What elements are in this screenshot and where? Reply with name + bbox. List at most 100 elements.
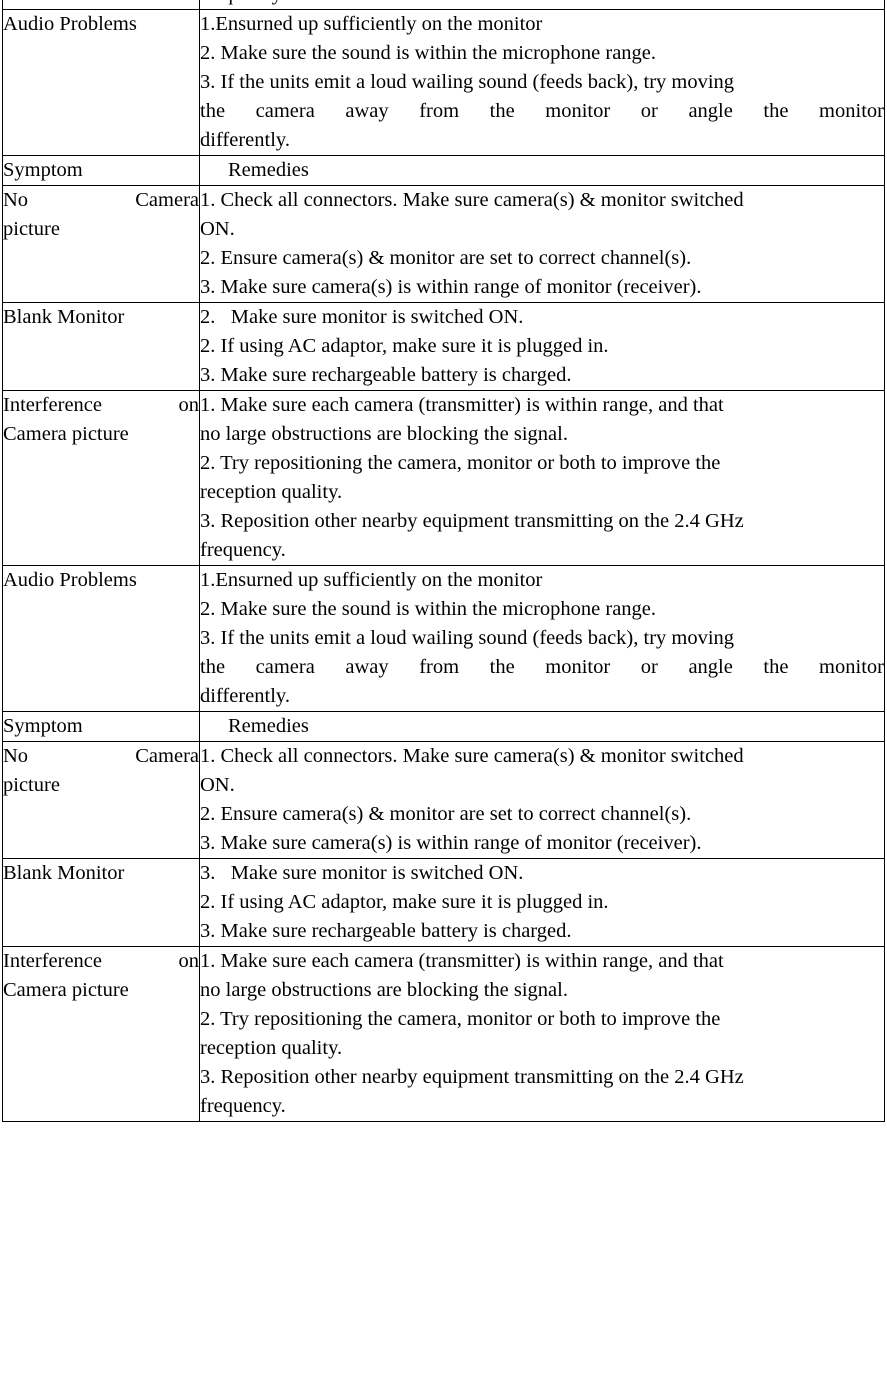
remedy-line: differently. — [200, 685, 290, 707]
column-header-remedies: Remedies — [199, 155, 885, 186]
table-row: Blank Monitor 2. Make sure monitor is sw… — [2, 302, 885, 391]
table-row: Interference on Camera picture 1. Make s… — [2, 946, 885, 1122]
remedy-word: the — [489, 656, 515, 678]
remedy-line: ON. — [200, 218, 235, 240]
remedy-line: 3. Make sure camera(s) is within range o… — [200, 832, 702, 854]
remedy-line: 2. Make sure the sound is within the mic… — [200, 42, 657, 64]
remedy-word: the — [489, 100, 515, 122]
table-row: No Camera picture 1. Check all connector… — [2, 185, 885, 303]
remedy-line: no large obstructions are blocking the s… — [200, 423, 568, 445]
remedy-line: 3. If the units emit a loud wailing soun… — [200, 627, 735, 649]
symptom-label-line2: picture — [3, 218, 60, 240]
symptom-word: No — [3, 745, 29, 767]
remedy-line: 3. Reposition other nearby equipment tra… — [200, 510, 744, 532]
remedy-line: 1.Ensurned up sufficiently on the monito… — [200, 569, 543, 591]
remedy-line: 2. Try repositioning the camera, monitor… — [200, 1008, 721, 1030]
remedy-line: 3. Make sure monitor is switched ON. — [200, 862, 524, 884]
cell-symptom: Audio Problems — [2, 9, 200, 156]
cell-remedies: 1.Ensurned up sufficiently on the monito… — [199, 9, 885, 156]
symptom-word: Interference — [3, 394, 102, 416]
remedy-word: monitor — [545, 656, 611, 678]
symptom-word: Interference — [3, 950, 102, 972]
symptom-label-line1: Interference on — [3, 391, 199, 420]
remedy-line-justified: the camera away from the monitor or angl… — [200, 653, 884, 682]
remedy-line: 3. Make sure rechargeable battery is cha… — [200, 364, 572, 386]
remedy-line: 1. Check all connectors. Make sure camer… — [200, 745, 744, 767]
cell-symptom: Blank Monitor — [2, 858, 200, 947]
symptom-label-line2: Camera picture — [3, 979, 129, 1001]
symptom-label-line1: No Camera — [3, 186, 199, 215]
remedy-line: 1. Make sure each camera (transmitter) i… — [200, 950, 724, 972]
symptom-label-line2: Camera picture — [3, 423, 129, 445]
remedy-word: the — [200, 656, 226, 678]
remedy-word: or — [640, 656, 658, 678]
remedy-line: 3. If the units emit a loud wailing soun… — [200, 71, 735, 93]
table-row: Audio Problems 1.Ensurned up sufficientl… — [2, 565, 885, 712]
symptom-label: Audio Problems — [3, 569, 137, 591]
column-header-symptom: Symptom — [2, 155, 200, 186]
remedy-line: 3. Reposition other nearby equipment tra… — [200, 1066, 744, 1088]
remedies-header-label: Remedies — [228, 715, 309, 737]
symptom-word: on — [178, 394, 200, 416]
symptom-label: Blank Monitor — [3, 862, 125, 884]
remedy-word: the — [763, 656, 789, 678]
remedies-header-label: Remedies — [228, 159, 309, 181]
symptom-word: No — [3, 189, 29, 211]
column-header-remedies: Remedies — [199, 711, 885, 742]
cell-remedies: 1. Check all connectors. Make sure camer… — [199, 185, 885, 303]
cell-remedies: 3. Make sure monitor is switched ON. 2. … — [199, 858, 885, 947]
table-row: No Camera picture 1. Check all connector… — [2, 741, 885, 859]
symptom-label: Blank Monitor — [3, 306, 125, 328]
table-row: Interference on Camera picture 1. Make s… — [2, 390, 885, 566]
symptom-label: Audio Problems — [3, 13, 137, 35]
cell-remedies: 1.Ensurned up sufficiently on the monito… — [199, 565, 885, 712]
table-header-row: Symptom Remedies — [2, 155, 885, 186]
remedy-line: frequency. — [200, 1095, 286, 1117]
cell-remedies: 1. Make sure each camera (transmitter) i… — [199, 0, 885, 10]
remedy-line: 2. Make sure monitor is switched ON. — [200, 306, 524, 328]
remedy-line: 3. Make sure camera(s) is within range o… — [200, 276, 702, 298]
cell-symptom: No Camera picture — [2, 741, 200, 859]
cell-symptom: Audio Problems — [2, 565, 200, 712]
cell-remedies: 1. Check all connectors. Make sure camer… — [199, 741, 885, 859]
remedy-word: angle — [688, 656, 733, 678]
remedy-word: or — [640, 100, 658, 122]
table-row: Audio Problems 1.Ensurned up sufficientl… — [2, 9, 885, 156]
remedy-word: monitor — [819, 656, 884, 678]
cell-symptom: No Camera picture — [2, 185, 200, 303]
symptom-label-line1: No Camera — [3, 742, 199, 771]
remedy-line: 1.Ensurned up sufficiently on the monito… — [200, 13, 543, 35]
cell-remedies: 2. Make sure monitor is switched ON. 2. … — [199, 302, 885, 391]
cell-symptom: Interference on Camera picture — [2, 390, 200, 566]
cell-remedies: 1. Make sure each camera (transmitter) i… — [199, 946, 885, 1122]
symptom-label-line2: picture — [3, 774, 60, 796]
remedy-line: 2. Ensure camera(s) & monitor are set to… — [200, 803, 692, 825]
cell-symptom: Interference on Camera picture — [2, 0, 200, 10]
remedy-line: 1. Check all connectors. Make sure camer… — [200, 189, 744, 211]
remedy-line: 3. Make sure rechargeable battery is cha… — [200, 920, 572, 942]
table-row: Interference on Camera picture 1. Make s… — [2, 0, 885, 10]
remedy-line: ON. — [200, 774, 235, 796]
remedy-word: monitor — [819, 100, 884, 122]
remedy-line: reception quality. — [200, 481, 343, 503]
remedy-word: the — [763, 100, 789, 122]
symptom-header-label: Symptom — [3, 715, 83, 737]
symptom-label-line1: Interference on — [3, 947, 199, 976]
remedy-line: no large obstructions are blocking the s… — [200, 979, 568, 1001]
remedy-line: 2. If using AC adaptor, make sure it is … — [200, 891, 609, 913]
remedy-line: 2. Try repositioning the camera, monitor… — [200, 452, 721, 474]
remedy-line: frequency. — [200, 0, 884, 9]
cell-symptom: Interference on Camera picture — [2, 946, 200, 1122]
symptom-word: on — [178, 950, 200, 972]
remedy-word: angle — [688, 100, 733, 122]
remedy-word: monitor — [545, 100, 611, 122]
column-header-symptom: Symptom — [2, 711, 200, 742]
remedy-line: 1. Make sure each camera (transmitter) i… — [200, 394, 724, 416]
remedy-word: from — [419, 100, 460, 122]
remedy-line: reception quality. — [200, 1037, 343, 1059]
cell-symptom: Blank Monitor — [2, 302, 200, 391]
remedy-word: away — [345, 656, 389, 678]
document-page: Interference on Camera picture 1. Make s… — [0, 0, 887, 1375]
remedy-line: differently. — [200, 129, 290, 151]
remedy-line: 2. If using AC adaptor, make sure it is … — [200, 335, 609, 357]
